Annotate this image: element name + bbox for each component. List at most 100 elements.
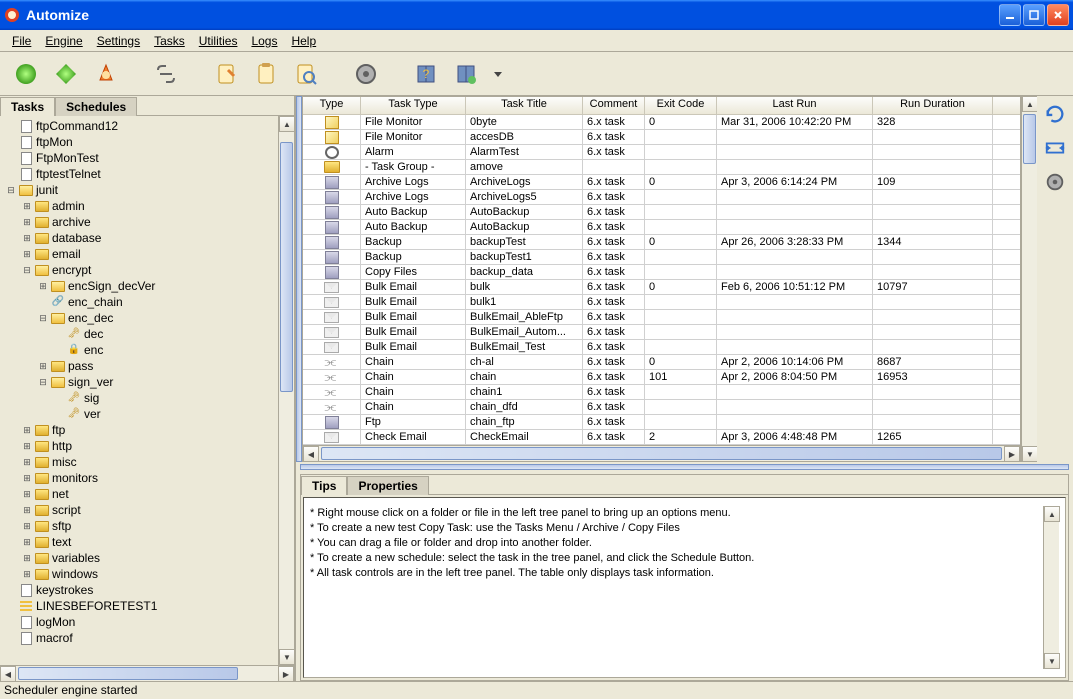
expand-icon[interactable]: ⊞ — [22, 457, 32, 467]
expand-icon[interactable]: ⊞ — [22, 217, 32, 227]
tree-item[interactable]: ⊞monitors — [22, 470, 274, 486]
toolbar-run-icon[interactable] — [10, 58, 42, 90]
table-row[interactable]: Bulk EmailBulkEmail_AbleFtp6.x task — [303, 310, 1020, 325]
scroll-left-icon[interactable]: ◀ — [303, 446, 319, 462]
tree-item[interactable]: ⊞admin — [22, 198, 274, 214]
table-row[interactable]: Bulk Emailbulk6.x task0Feb 6, 2006 10:51… — [303, 280, 1020, 295]
tree-item[interactable]: ⊞http — [22, 438, 274, 454]
settings-gear-icon[interactable] — [1043, 170, 1067, 194]
expand-icon[interactable]: ⊞ — [38, 281, 48, 291]
th-duration[interactable]: Run Duration — [873, 97, 993, 114]
tree-item[interactable]: ⊞text — [22, 534, 274, 550]
table-row[interactable]: Chainchain6.x task101Apr 2, 2006 8:04:50… — [303, 370, 1020, 385]
tree-item[interactable]: ⊞encSign_decVer — [38, 278, 274, 294]
tree-item[interactable]: FtpMonTest — [6, 150, 274, 166]
table-row[interactable]: Bulk EmailBulkEmail_Test6.x task — [303, 340, 1020, 355]
tree-item[interactable]: ⊞misc — [22, 454, 274, 470]
menu-help[interactable]: Help — [285, 32, 322, 50]
scroll-left-icon[interactable]: ◀ — [0, 666, 16, 682]
tree-item[interactable]: ⊟junit — [6, 182, 274, 198]
toolbar-help-book2-icon[interactable] — [450, 58, 482, 90]
expand-icon[interactable]: ⊞ — [22, 233, 32, 243]
tab-tips[interactable]: Tips — [301, 476, 347, 495]
table-row[interactable]: Archive LogsArchiveLogs56.x task — [303, 190, 1020, 205]
toolbar-dropdown-icon[interactable] — [490, 58, 506, 90]
scroll-down-icon[interactable]: ▼ — [1044, 653, 1060, 669]
expand-icon[interactable]: ⊞ — [22, 249, 32, 259]
tree-scrollbar-h[interactable]: ◀ ▶ — [0, 665, 294, 681]
scroll-up-icon[interactable]: ▲ — [1022, 96, 1038, 112]
scroll-down-icon[interactable]: ▼ — [279, 649, 294, 665]
tab-schedules[interactable]: Schedules — [55, 97, 137, 116]
minimize-button[interactable] — [999, 4, 1021, 26]
collapse-icon[interactable]: ⊟ — [38, 313, 48, 323]
table-row[interactable]: BackupbackupTest6.x task0Apr 26, 2006 3:… — [303, 235, 1020, 250]
scroll-right-icon[interactable]: ▶ — [278, 666, 294, 682]
table-row[interactable]: Copy Filesbackup_data6.x task — [303, 265, 1020, 280]
tree-scrollbar-v[interactable]: ▲ ▼ — [278, 116, 294, 665]
collapse-icon[interactable]: ⊟ — [22, 265, 32, 275]
toolbar-search-icon[interactable] — [290, 58, 322, 90]
table-row[interactable]: Bulk Emailbulk16.x task — [303, 295, 1020, 310]
tree-item[interactable]: sig — [54, 390, 274, 406]
table-row[interactable]: Archive LogsArchiveLogs6.x task0Apr 3, 2… — [303, 175, 1020, 190]
tree-item[interactable]: logMon — [6, 614, 274, 630]
toolbar-alarm-icon[interactable] — [90, 58, 122, 90]
task-tree[interactable]: ftpCommand12ftpMonFtpMonTestftptestTelne… — [0, 116, 278, 665]
table-row[interactable]: Check EmailCheckEmail6.x task2Apr 3, 200… — [303, 430, 1020, 445]
table-row[interactable]: Chainch-al6.x task0Apr 2, 2006 10:14:06 … — [303, 355, 1020, 370]
expand-icon[interactable]: ⊞ — [22, 473, 32, 483]
menu-settings[interactable]: Settings — [91, 32, 146, 50]
tree-item[interactable]: ftpCommand12 — [6, 118, 274, 134]
expand-icon[interactable]: ⊞ — [22, 553, 32, 563]
expand-icon[interactable]: ⊞ — [22, 569, 32, 579]
tree-item[interactable]: ⊟encrypt — [22, 262, 274, 278]
table-row[interactable]: File MonitoraccesDB6.x task — [303, 130, 1020, 145]
table-row[interactable]: Auto BackupAutoBackup6.x task — [303, 205, 1020, 220]
maximize-button[interactable] — [1023, 4, 1045, 26]
tree-item[interactable]: ftptestTelnet — [6, 166, 274, 182]
expand-icon[interactable]: ⊞ — [22, 201, 32, 211]
tab-tasks[interactable]: Tasks — [0, 97, 55, 116]
th-exit[interactable]: Exit Code — [645, 97, 717, 114]
menu-logs[interactable]: Logs — [245, 32, 283, 50]
toolbar-diamond-icon[interactable] — [50, 58, 82, 90]
tree-item[interactable]: ⊞archive — [22, 214, 274, 230]
table-row[interactable]: Ftpchain_ftp6.x task — [303, 415, 1020, 430]
toolbar-gear-icon[interactable] — [350, 58, 382, 90]
menu-file[interactable]: File — [6, 32, 37, 50]
collapse-icon[interactable]: ⊟ — [6, 185, 16, 195]
toolbar-edit-icon[interactable] — [210, 58, 242, 90]
tree-item[interactable]: ⊞pass — [38, 358, 274, 374]
table-row[interactable]: BackupbackupTest16.x task — [303, 250, 1020, 265]
tree-item[interactable]: ⊞email — [22, 246, 274, 262]
toolbar-help-book-icon[interactable]: ? — [410, 58, 442, 90]
th-tasktype[interactable]: Task Type — [361, 97, 466, 114]
th-title[interactable]: Task Title — [466, 97, 583, 114]
toolbar-clipboard-icon[interactable] — [250, 58, 282, 90]
menu-tasks[interactable]: Tasks — [148, 32, 191, 50]
table-row[interactable]: Auto BackupAutoBackup6.x task — [303, 220, 1020, 235]
table-row[interactable]: File Monitor0byte6.x task0Mar 31, 2006 1… — [303, 115, 1020, 130]
expand-icon[interactable]: ⊞ — [22, 441, 32, 451]
tree-item[interactable]: ⊞ftp — [22, 422, 274, 438]
toolbar-chain-icon[interactable] — [150, 58, 182, 90]
scroll-up-icon[interactable]: ▲ — [1044, 506, 1060, 522]
th-type[interactable]: Type — [303, 97, 361, 114]
menu-engine[interactable]: Engine — [39, 32, 88, 50]
expand-icon[interactable] — [1043, 136, 1067, 160]
table-row[interactable]: Bulk EmailBulkEmail_Autom...6.x task — [303, 325, 1020, 340]
tips-scrollbar-v[interactable]: ▲ ▼ — [1043, 506, 1059, 669]
menu-utilities[interactable]: Utilities — [193, 32, 244, 50]
tree-item[interactable]: ftpMon — [6, 134, 274, 150]
scroll-down-icon[interactable]: ▼ — [1022, 446, 1038, 462]
tab-properties[interactable]: Properties — [347, 476, 428, 495]
table-scrollbar-v[interactable]: ▲ ▼ — [1021, 96, 1037, 462]
expand-icon[interactable]: ⊞ — [22, 505, 32, 515]
table-row[interactable]: - Task Group -amove — [303, 160, 1020, 175]
scroll-up-icon[interactable]: ▲ — [279, 116, 294, 132]
tree-item[interactable]: dec — [54, 326, 274, 342]
tree-item[interactable]: enc_chain — [38, 294, 274, 310]
expand-icon[interactable]: ⊞ — [22, 489, 32, 499]
expand-icon[interactable]: ⊞ — [22, 521, 32, 531]
